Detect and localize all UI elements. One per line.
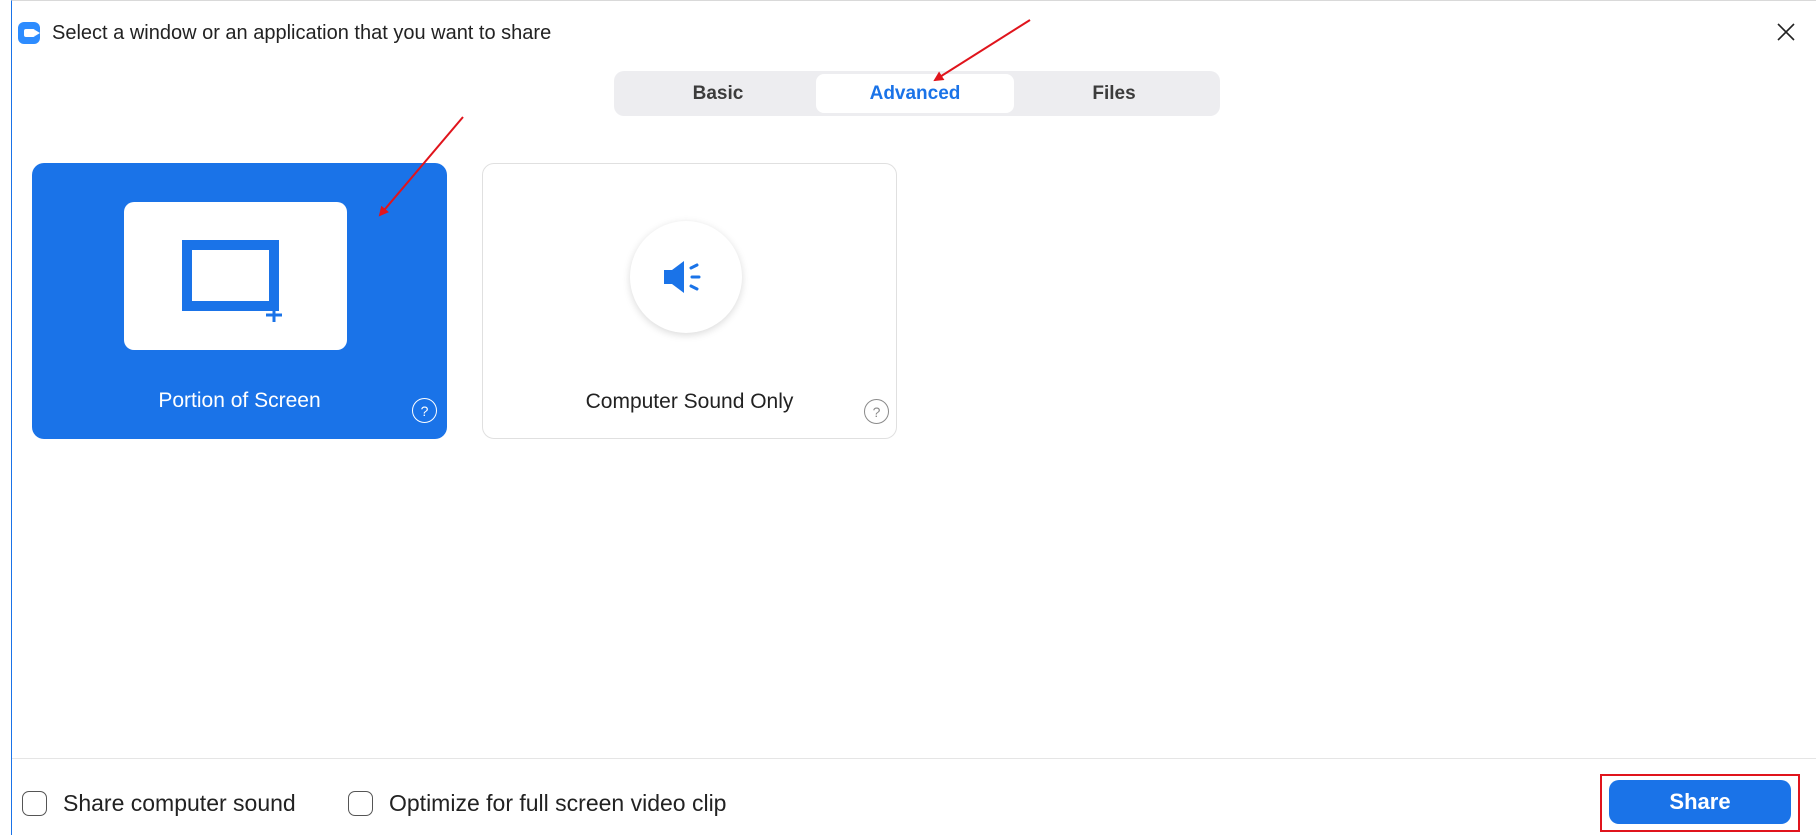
option-label: Computer Sound Only	[585, 390, 794, 413]
share-computer-sound-checkbox[interactable]: Share computer sound	[22, 790, 296, 817]
option-computer-sound-only[interactable]: Computer Sound Only ?	[482, 163, 897, 439]
help-icon[interactable]: ?	[864, 399, 889, 424]
checkbox-label: Optimize for full screen video clip	[389, 790, 727, 816]
help-icon[interactable]: ?	[412, 398, 437, 423]
title-bar: Select a window or an application that y…	[18, 16, 551, 50]
checkbox[interactable]	[22, 791, 47, 816]
screen-box	[124, 202, 347, 350]
option-label: Portion of Screen	[158, 389, 321, 412]
tab-advanced[interactable]: Advanced	[816, 74, 1014, 113]
close-button[interactable]	[1768, 14, 1804, 50]
speaker-icon	[664, 261, 701, 293]
share-tabs: Basic Advanced Files	[614, 71, 1220, 116]
screen-portion-icon	[182, 240, 282, 322]
sound-circle	[630, 221, 742, 333]
footer-divider	[12, 758, 1816, 759]
tab-basic[interactable]: Basic	[620, 74, 816, 113]
checkbox[interactable]	[348, 791, 373, 816]
zoom-app-icon	[18, 22, 40, 44]
close-icon	[1777, 23, 1795, 41]
tab-files[interactable]: Files	[1014, 74, 1214, 113]
optimize-video-checkbox[interactable]: Optimize for full screen video clip	[348, 790, 726, 817]
option-portion-of-screen[interactable]: Portion of Screen ?	[32, 163, 447, 439]
share-button[interactable]: Share	[1609, 780, 1791, 824]
checkbox-label: Share computer sound	[63, 790, 296, 816]
window-title: Select a window or an application that y…	[52, 21, 552, 44]
